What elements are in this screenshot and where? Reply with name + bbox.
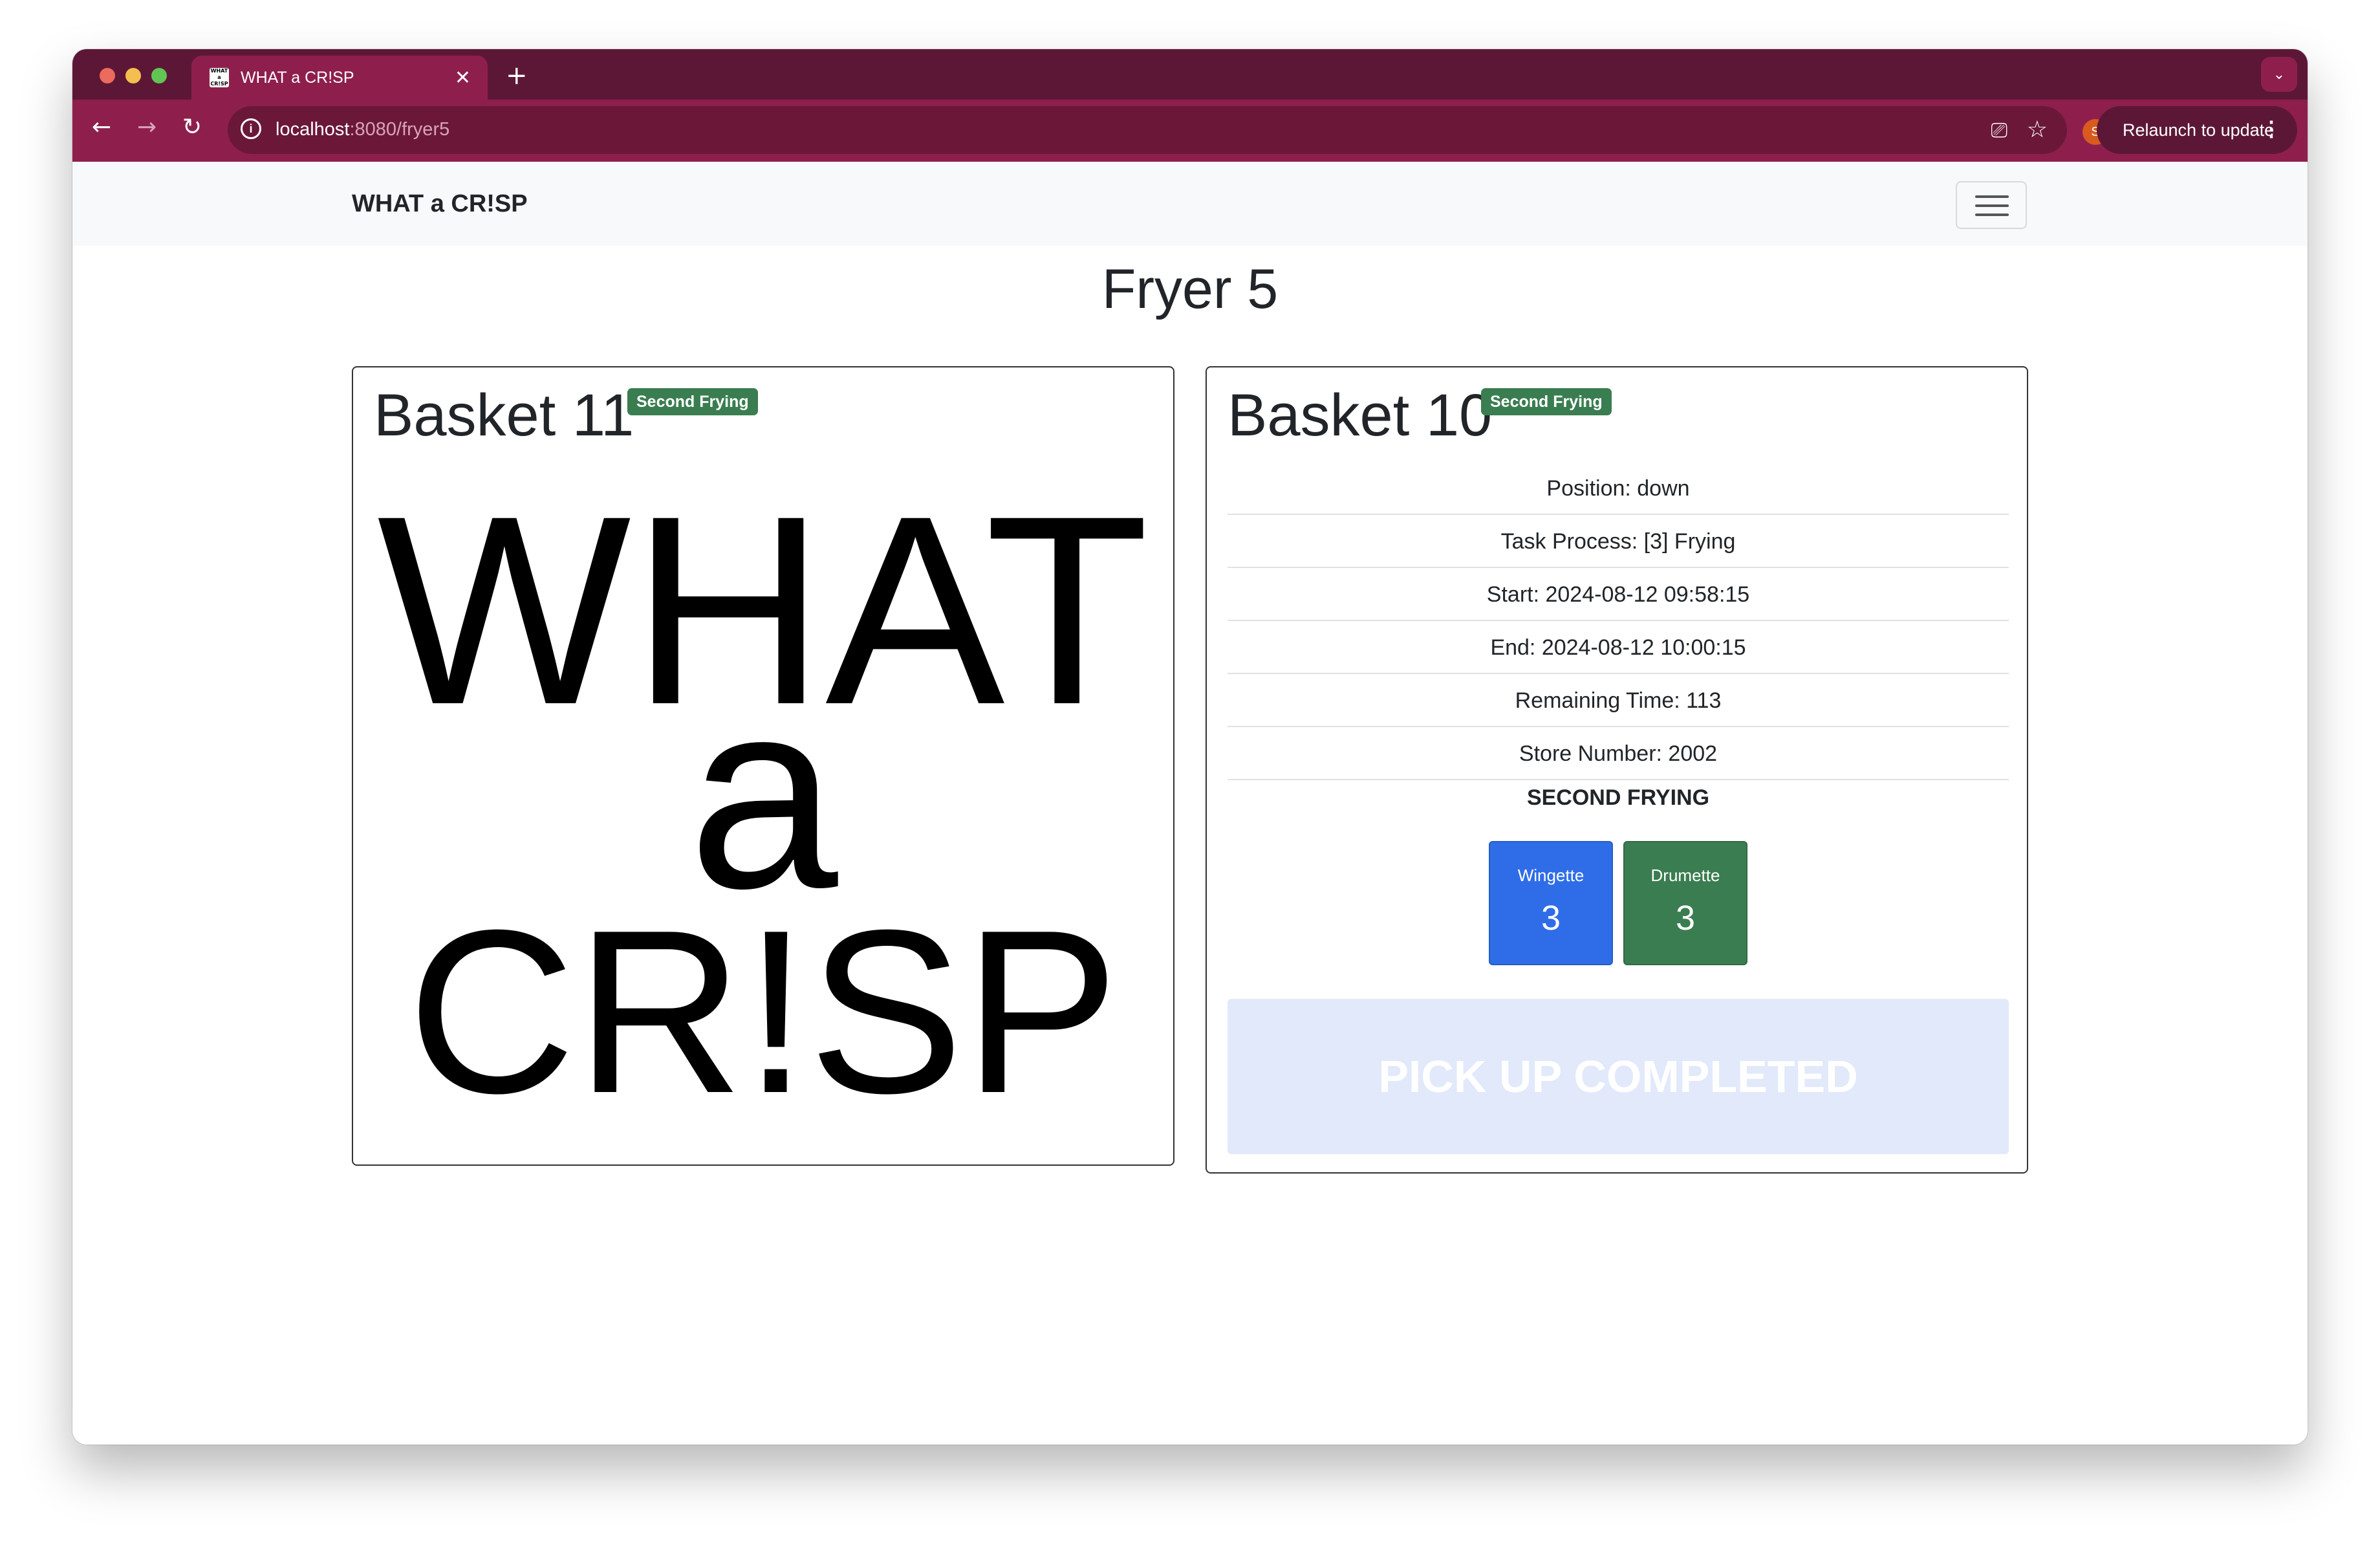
- tab-title: WHAT a CR!SP: [241, 68, 354, 87]
- url-path: :8080/fryer5: [349, 119, 450, 140]
- hamburger-line: [1975, 195, 2009, 198]
- basket-title: Basket 11: [374, 382, 634, 448]
- browser-toolbar: ← → ↻ i localhost:8080/fryer5 ⎚ ☆ S Rela…: [72, 100, 2308, 162]
- detail-store-number: Store Number: 2002: [1228, 727, 2009, 780]
- logo-line-crisp: CR!SP: [407, 882, 1120, 1142]
- piece-label: Wingette: [1517, 866, 1585, 885]
- favicon-icon: WHAT a CR!SP: [210, 68, 229, 87]
- tab-strip: WHAT a CR!SP WHAT a CR!SP ✕ + ⌄: [72, 49, 2308, 100]
- pick-up-completed-button[interactable]: PICK UP COMPLETED: [1228, 999, 2009, 1154]
- detail-end: End: 2024-08-12 10:00:15: [1228, 621, 2009, 674]
- piece-count: 3: [1675, 899, 1696, 937]
- hamburger-line: [1975, 213, 2009, 216]
- piece-drumette: Drumette 3: [1623, 841, 1747, 965]
- address-bar[interactable]: i localhost:8080/fryer5 ⎚ ☆: [228, 106, 2067, 154]
- browser-tab[interactable]: WHAT a CR!SP WHAT a CR!SP ✕: [191, 56, 488, 100]
- detail-position: Position: down: [1228, 462, 2009, 515]
- detail-remaining-time: Remaining Time: 113: [1228, 674, 2009, 727]
- forward-arrow-icon[interactable]: →: [137, 114, 157, 140]
- back-arrow-icon[interactable]: ←: [92, 114, 111, 140]
- hamburger-menu-icon[interactable]: [1956, 181, 2027, 229]
- navbar-brand[interactable]: WHAT a CR!SP: [352, 190, 528, 218]
- reload-icon[interactable]: ↻: [182, 114, 202, 140]
- browser-window: WHAT a CR!SP WHAT a CR!SP ✕ + ⌄ ← → ↻ i …: [72, 49, 2308, 1445]
- relaunch-label: Relaunch to update: [2123, 120, 2275, 140]
- basket-title: Basket 10: [1228, 382, 1493, 448]
- status-badge: Second Frying: [1481, 388, 1612, 415]
- more-menu-icon[interactable]: ⋮: [2261, 116, 2282, 141]
- close-window-button[interactable]: [100, 68, 115, 83]
- maximize-window-button[interactable]: [151, 68, 167, 83]
- site-info-icon[interactable]: i: [241, 118, 261, 139]
- detail-task-process: Task Process: [3] Frying: [1228, 515, 2009, 568]
- basket-details-list: Position: down Task Process: [3] Frying …: [1228, 462, 2009, 780]
- hamburger-line: [1975, 204, 2009, 207]
- new-tab-button[interactable]: +: [506, 61, 528, 91]
- bookmark-star-icon[interactable]: ☆: [2027, 116, 2048, 143]
- minimize-window-button[interactable]: [125, 68, 141, 83]
- favicon-text: WHAT a CR!SP: [210, 68, 228, 87]
- piece-label: Drumette: [1650, 866, 1720, 885]
- install-app-icon[interactable]: ⎚: [1991, 118, 2007, 143]
- relaunch-button[interactable]: Relaunch to update ⋮: [2097, 106, 2297, 154]
- detail-start: Start: 2024-08-12 09:58:15: [1228, 568, 2009, 621]
- url-text[interactable]: localhost:8080/fryer5: [276, 119, 449, 140]
- basket-card: Basket 10 Second Frying Position: down T…: [1206, 366, 2028, 1174]
- basket-card: Basket 11 Second Frying WHAT a CR!SP: [352, 366, 1174, 1166]
- tab-search-icon[interactable]: ⌄: [2261, 57, 2297, 92]
- tab-close-icon[interactable]: ✕: [455, 67, 471, 89]
- piece-wingette: Wingette 3: [1489, 841, 1613, 965]
- piece-count: 3: [1541, 899, 1561, 937]
- url-host: localhost: [276, 119, 350, 140]
- web-page: WHAT a CR!SP Fryer 5 Basket 11 Second Fr…: [72, 162, 2308, 1445]
- navbar: WHAT a CR!SP: [72, 162, 2308, 246]
- stage-heading: SECOND FRYING: [1526, 785, 1710, 810]
- page-title: Fryer 5: [1101, 258, 1279, 320]
- status-badge: Second Frying: [627, 388, 758, 415]
